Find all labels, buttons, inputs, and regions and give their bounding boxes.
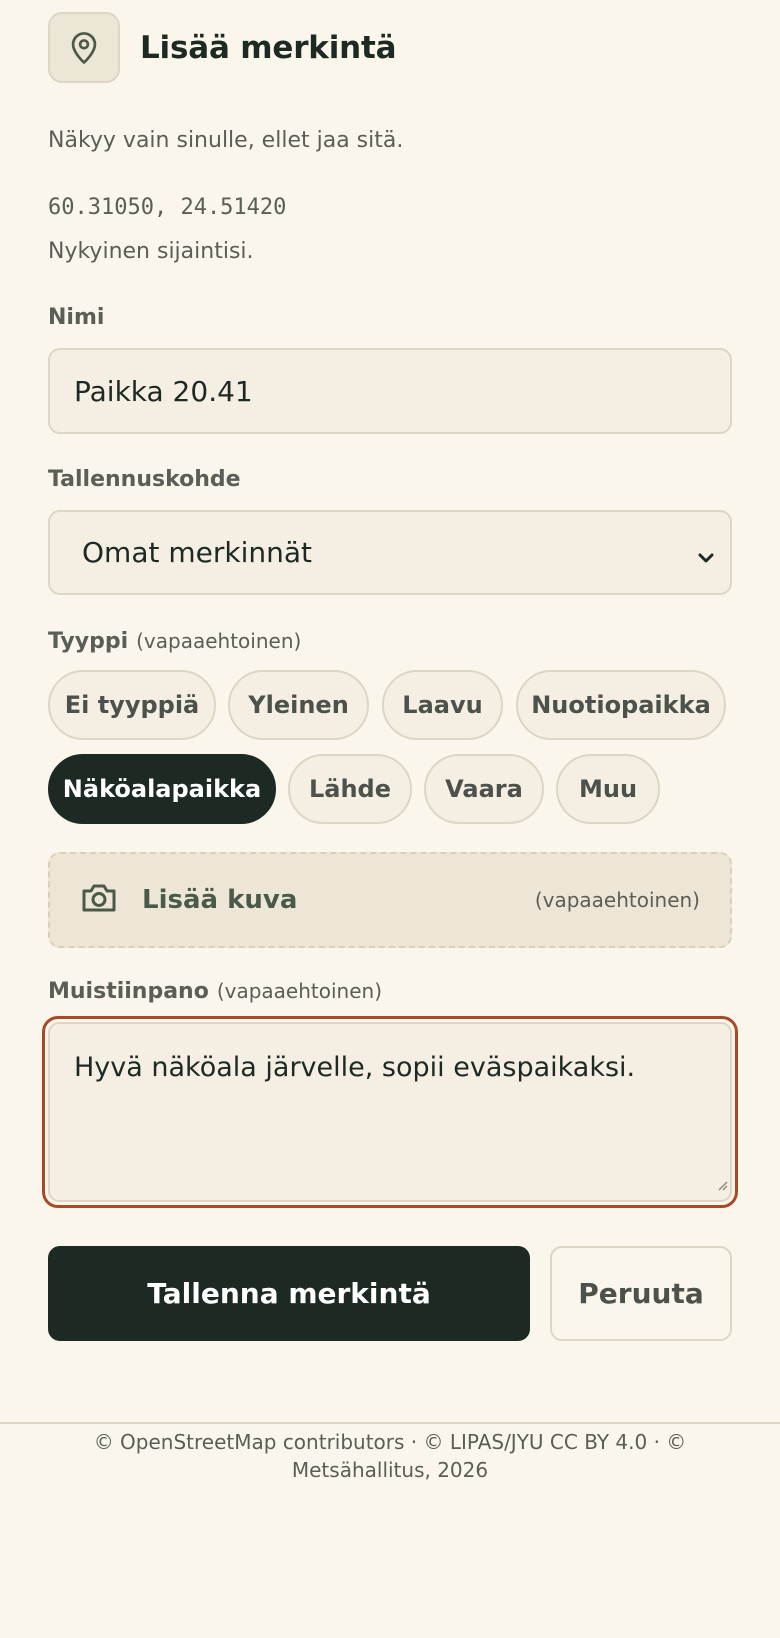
type-chip-campfire[interactable]: Nuotiopaikka: [516, 670, 726, 740]
note-label: Muistiinpano (vapaaehtoinen): [48, 979, 382, 1004]
location-note: Nykyinen sijaintisi.: [48, 239, 254, 264]
type-chip-general[interactable]: Yleinen: [228, 670, 369, 740]
add-photo-label: Lisää kuva: [142, 885, 298, 915]
type-chip-other[interactable]: Muu: [556, 754, 660, 824]
type-chip-viewpoint[interactable]: Näköalapaikka: [48, 754, 276, 824]
resize-handle-icon[interactable]: [716, 1167, 728, 1198]
add-photo-optional-label: (vapaaehtoinen): [534, 888, 700, 912]
note-focus-ring: Hyvä näköala järvelle, sopii eväspaikaks…: [42, 1016, 738, 1208]
form-header: Lisää merkintä: [48, 12, 397, 83]
note-label-text: Muistiinpano: [48, 979, 209, 1004]
add-photo-button[interactable]: Lisää kuva (vapaaehtoinen): [48, 852, 732, 948]
name-input-value: Paikka 20.41: [74, 374, 253, 408]
map-pin-icon: [48, 12, 120, 83]
name-input[interactable]: Paikka 20.41: [48, 348, 732, 434]
destination-select[interactable]: Omat merkinnät: [48, 510, 732, 595]
destination-label: Tallennuskohde: [48, 467, 241, 492]
save-button[interactable]: Tallenna merkintä: [48, 1246, 530, 1341]
chevron-down-icon: [696, 542, 716, 575]
note-optional-label: (vapaaehtoinen): [216, 979, 383, 1003]
type-chip-spring[interactable]: Lähde: [288, 754, 412, 824]
name-label: Nimi: [48, 305, 105, 330]
type-chip-none[interactable]: Ei tyyppiä: [48, 670, 216, 740]
footer-divider: [0, 1422, 780, 1424]
note-textarea[interactable]: Hyvä näköala järvelle, sopii eväspaikaks…: [48, 1022, 732, 1202]
type-chip-laavu[interactable]: Laavu: [382, 670, 503, 740]
visibility-hint: Näkyy vain sinulle, ellet jaa sitä.: [48, 128, 404, 153]
coordinates-readout: 60.31050, 24.51420: [48, 195, 287, 220]
cancel-button[interactable]: Peruuta: [550, 1246, 732, 1341]
type-optional-label: (vapaaehtoinen): [136, 629, 302, 653]
destination-selected-value: Omat merkinnät: [82, 536, 312, 569]
type-chip-danger[interactable]: Vaara: [424, 754, 544, 824]
type-label: Tyyppi (vapaaehtoinen): [48, 629, 301, 654]
page-title: Lisää merkintä: [140, 29, 397, 66]
note-textarea-value: Hyvä näköala järvelle, sopii eväspaikaks…: [74, 1052, 636, 1083]
type-label-text: Tyyppi: [48, 629, 129, 654]
add-marker-form: Lisää merkintä Näkyy vain sinulle, ellet…: [0, 0, 780, 1638]
map-attribution: © OpenStreetMap contributors · © LIPAS/J…: [93, 1430, 687, 1482]
camera-icon: [80, 883, 118, 917]
